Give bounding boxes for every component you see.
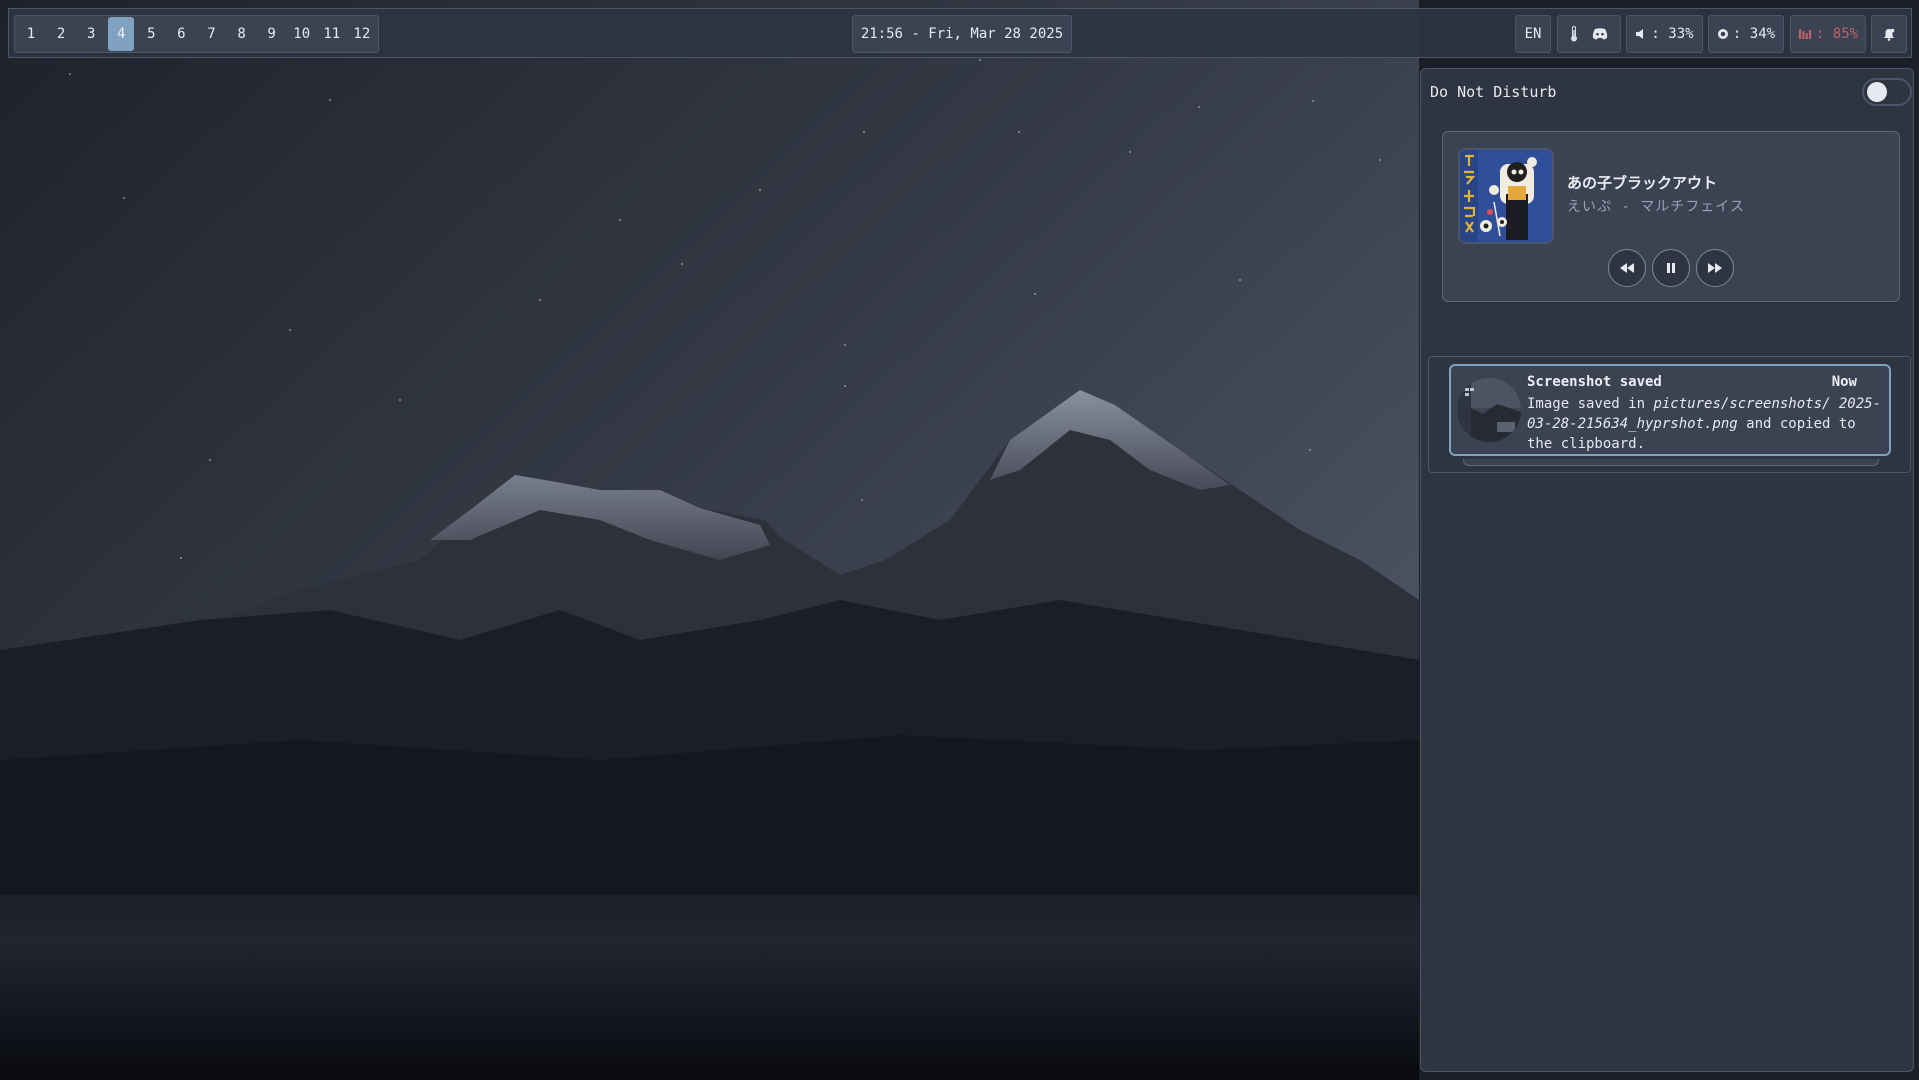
workspace-12[interactable]: 12 — [349, 17, 375, 51]
do-not-disturb-label: Do Not Disturb — [1430, 83, 1557, 101]
song-artist: えいぷ - マルチフェイス — [1567, 199, 1745, 215]
system-tray — [1557, 15, 1621, 53]
do-not-disturb-toggle[interactable] — [1862, 78, 1912, 106]
next-track-button[interactable] — [1696, 249, 1734, 287]
pause-icon — [1667, 263, 1675, 273]
workspace-5[interactable]: 5 — [138, 17, 164, 51]
battery-indicator[interactable]: : 85% — [1790, 15, 1866, 53]
volume-label: : 33% — [1651, 26, 1694, 42]
screenshot-thumbnail — [1457, 378, 1521, 442]
workspace-10[interactable]: 10 — [289, 17, 315, 51]
discord-icon[interactable] — [1592, 28, 1608, 40]
keyboard-layout[interactable]: EN — [1515, 15, 1551, 53]
workspace-4-active[interactable]: 4 — [108, 17, 135, 51]
notification-body-prefix: Image saved in — [1527, 396, 1654, 412]
notification-center-panel: Do Not Disturb あの子ブラックアウト えいぷ - マルチフェイス … — [1420, 68, 1914, 1072]
workspace-8[interactable]: 8 — [229, 17, 255, 51]
battery-icon — [1798, 29, 1812, 39]
notification-card[interactable]: Screenshot saved Now Image saved in pict… — [1449, 364, 1891, 456]
workspace-6[interactable]: 6 — [168, 17, 194, 51]
notification-center-button[interactable] — [1871, 15, 1907, 53]
workspace-9[interactable]: 9 — [259, 17, 285, 51]
brightness-label: : 34% — [1732, 26, 1776, 42]
workspace-switcher: 1 2 3 4 5 6 7 8 9 10 11 12 — [14, 15, 379, 53]
notification-time: Now — [1831, 374, 1857, 390]
album-art[interactable] — [1458, 148, 1554, 244]
thermometer-icon[interactable] — [1570, 26, 1578, 42]
notification-group: Screenshot saved Now Image saved in pict… — [1428, 356, 1911, 473]
workspace-2[interactable]: 2 — [48, 17, 74, 51]
workspace-1[interactable]: 1 — [18, 17, 44, 51]
play-pause-button[interactable] — [1652, 249, 1690, 287]
notification-stack-indicator[interactable] — [1463, 459, 1879, 466]
workspace-3[interactable]: 3 — [78, 17, 104, 51]
volume-indicator[interactable]: : 33% — [1626, 15, 1703, 53]
rewind-icon — [1620, 263, 1634, 273]
battery-label: : 85% — [1815, 26, 1859, 42]
sun-icon — [1717, 29, 1728, 39]
clock[interactable]: 21:56 - Fri, Mar 28 2025 — [852, 15, 1072, 53]
workspace-7[interactable]: 7 — [198, 17, 224, 51]
notification-title: Screenshot saved — [1527, 374, 1662, 390]
fast-forward-icon — [1708, 263, 1722, 273]
workspace-11[interactable]: 11 — [319, 17, 345, 51]
toggle-knob — [1867, 82, 1887, 102]
notification-body: Image saved in pictures/screenshots/ 202… — [1527, 394, 1887, 454]
previous-track-button[interactable] — [1608, 249, 1646, 287]
top-bar: 1 2 3 4 5 6 7 8 9 10 11 12 21:56 - Fri, … — [8, 8, 1912, 58]
bell-icon — [1884, 28, 1895, 41]
media-player: あの子ブラックアウト えいぷ - マルチフェイス — [1442, 131, 1900, 302]
speaker-icon — [1636, 29, 1644, 39]
song-title: あの子ブラックアウト — [1567, 174, 1718, 192]
brightness-indicator[interactable]: : 34% — [1708, 15, 1784, 53]
